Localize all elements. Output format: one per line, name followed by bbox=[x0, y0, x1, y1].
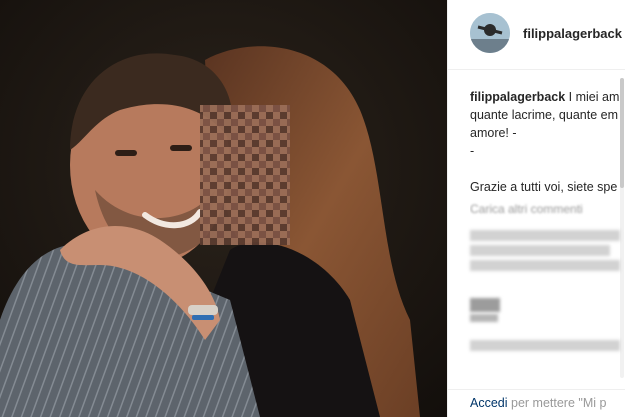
header-username[interactable]: filippalagerback bbox=[523, 26, 622, 41]
blurred-comment bbox=[470, 298, 620, 322]
caption-first-line: filippalagerback I miei am bbox=[470, 88, 620, 106]
blurred-comment bbox=[470, 230, 620, 271]
post-sidebar: filippalagerback filippalagerback I miei… bbox=[447, 0, 625, 417]
scrollbar-thumb[interactable] bbox=[620, 78, 624, 188]
comments-scrollbar[interactable] bbox=[620, 78, 624, 378]
caption-username[interactable]: filippalagerback bbox=[470, 90, 565, 104]
caption-thanks: Grazie a tutti voi, siete spe bbox=[470, 180, 618, 194]
post-photo[interactable] bbox=[0, 0, 447, 417]
photo-illustration bbox=[0, 0, 447, 417]
login-prompt-text: per mettere "Mi p bbox=[507, 396, 607, 410]
comments-list: filippalagerback I miei am quante lacrim… bbox=[470, 88, 620, 218]
caption-text: I miei am bbox=[568, 90, 620, 104]
load-more-comments[interactable]: Carica altri commenti bbox=[470, 200, 620, 218]
login-link[interactable]: Accedi bbox=[470, 396, 508, 410]
login-footer: Accedi per mettere "Mi p bbox=[448, 389, 625, 417]
caption-line: amore! - bbox=[470, 126, 517, 140]
avatar[interactable] bbox=[470, 13, 510, 53]
caption-line: - bbox=[470, 144, 475, 158]
post-header: filippalagerback bbox=[448, 0, 625, 70]
avatar-image-icon bbox=[470, 13, 510, 53]
blurred-comment bbox=[470, 340, 620, 360]
caption-line: quante lacrime, quante em bbox=[470, 108, 619, 122]
login-prompt: Accedi per mettere "Mi p bbox=[470, 396, 606, 410]
